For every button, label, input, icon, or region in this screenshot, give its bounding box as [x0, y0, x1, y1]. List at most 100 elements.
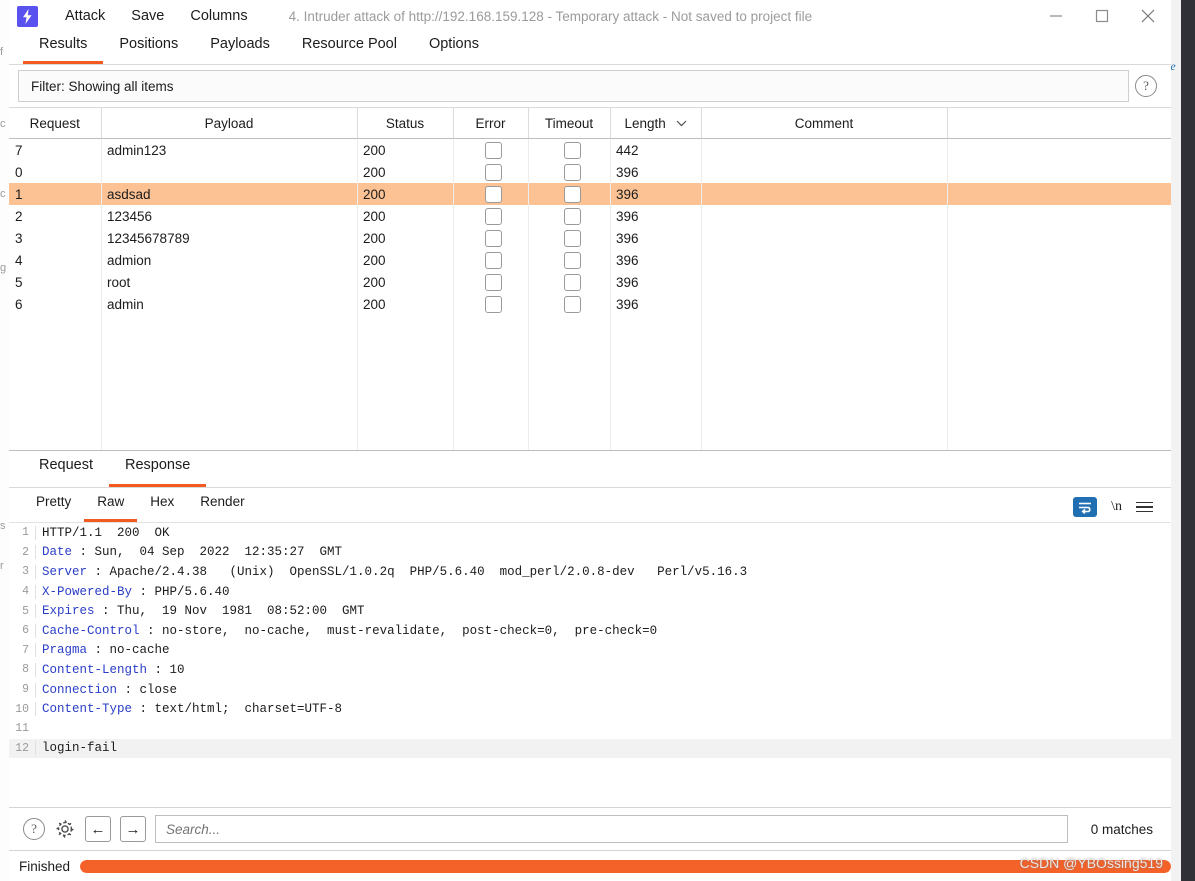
error-checkbox[interactable]	[485, 141, 502, 159]
filter-help-button[interactable]: ?	[1129, 75, 1163, 97]
close-button[interactable]	[1125, 0, 1171, 32]
line-text: Content-Type : text/html; charset=UTF-8	[35, 702, 1171, 717]
cell-status: 200	[357, 183, 453, 205]
line-text: login-fail	[35, 741, 1171, 756]
response-line: 1 HTTP/1.1 200 OK	[9, 523, 1171, 543]
menu-attack[interactable]: Attack	[52, 0, 118, 32]
tab-response[interactable]: Response	[109, 449, 207, 487]
cell-length: 396	[616, 252, 639, 268]
cell-comment	[701, 183, 947, 205]
table-row[interactable]: 7 admin123 200 442	[9, 139, 1171, 162]
line-number: 6	[22, 624, 29, 638]
cell-timeout	[528, 249, 610, 271]
tab-request[interactable]: Request	[23, 449, 109, 487]
line-number: 12	[15, 741, 29, 755]
line-number: 8	[22, 663, 29, 677]
status-bar: Finished CSDN @YBOssing519	[9, 850, 1171, 881]
cell-spacer	[947, 139, 1171, 162]
error-checkbox[interactable]	[485, 229, 502, 247]
cell-status: 200	[363, 296, 386, 312]
line-number: 5	[22, 604, 29, 618]
error-checkbox[interactable]	[485, 207, 502, 225]
response-viewer[interactable]: 1 HTTP/1.1 200 OK 2 Date : Sun, 04 Sep 2022…	[9, 523, 1171, 807]
word-wrap-icon[interactable]	[1073, 497, 1098, 517]
table-row[interactable]: 6 admin 200 396	[9, 293, 1171, 315]
column-header-comment[interactable]: Comment	[701, 108, 948, 139]
search-next-button[interactable]: →	[120, 816, 146, 842]
timeout-checkbox[interactable]	[563, 185, 581, 203]
cell-comment	[701, 271, 947, 293]
column-header-error[interactable]: Error	[453, 108, 529, 139]
tab-pretty[interactable]: Pretty	[23, 486, 84, 522]
maximize-button[interactable]	[1079, 0, 1125, 32]
response-line: 3 Server : Apache/2.4.38 (Unix) OpenSSL/1…	[9, 562, 1171, 582]
help-icon[interactable]: ?	[23, 818, 45, 840]
error-checkbox[interactable]	[485, 295, 502, 313]
cell-length: 396	[616, 274, 639, 290]
title-bar: Attack Save Columns 4. Intruder attack o…	[9, 0, 1171, 32]
line-number: 7	[22, 643, 29, 657]
column-header-length[interactable]: Length	[610, 108, 702, 139]
table-row[interactable]: 4 admion 200 396	[9, 249, 1171, 271]
cell-payload: admin123	[107, 142, 167, 158]
column-header-request[interactable]: Request	[9, 108, 102, 139]
column-header-status[interactable]: Status	[357, 108, 454, 139]
column-header-spacer	[947, 108, 1171, 139]
error-checkbox[interactable]	[485, 251, 502, 269]
cell-comment	[701, 161, 947, 183]
cell-request: 3	[15, 230, 23, 246]
line-text: Expires : Thu, 19 Nov 1981 08:52:00 GMT	[35, 604, 1171, 619]
minimize-button[interactable]	[1033, 0, 1079, 32]
search-input[interactable]	[155, 815, 1068, 843]
cell-payload: admion	[107, 252, 152, 268]
cell-length: 396	[616, 230, 639, 246]
filter-bar[interactable]: Filter: Showing all items	[18, 70, 1129, 102]
line-text: Content-Length : 10	[35, 662, 1171, 677]
tab-raw[interactable]: Raw	[84, 486, 138, 522]
response-line: 7 Pragma : no-cache	[9, 641, 1171, 661]
tab-hex[interactable]: Hex	[137, 486, 187, 522]
gear-icon[interactable]	[54, 818, 76, 840]
attack-progress-bar	[80, 859, 1171, 873]
filter-row: Filter: Showing all items ?	[9, 65, 1171, 107]
tab-positions[interactable]: Positions	[103, 30, 194, 64]
line-number: 4	[22, 585, 29, 599]
tab-results[interactable]: Results	[23, 30, 104, 64]
timeout-checkbox[interactable]	[563, 273, 581, 291]
table-row[interactable]: 3 12345678789 200 396	[9, 227, 1171, 249]
table-row[interactable]: 1 asdsad 200 396	[9, 183, 1171, 205]
menu-columns[interactable]: Columns	[177, 0, 260, 32]
response-line: 4 X-Powered-By : PHP/5.6.40	[9, 582, 1171, 602]
results-table-pane[interactable]: Request Payload Status Error Timeout Len…	[9, 107, 1171, 451]
newline-toggle-icon[interactable]: \n	[1111, 499, 1122, 515]
search-prev-button[interactable]: ←	[85, 816, 111, 842]
table-row[interactable]: 5 root 200 396	[9, 271, 1171, 293]
tab-render[interactable]: Render	[187, 486, 257, 522]
line-text: Date : Sun, 04 Sep 2022 12:35:27 GMT	[35, 545, 1171, 560]
response-line: 12 login-fail	[9, 738, 1171, 759]
hamburger-menu-icon[interactable]	[1136, 501, 1153, 513]
tab-payloads[interactable]: Payloads	[194, 30, 286, 64]
tab-options[interactable]: Options	[413, 30, 495, 64]
timeout-checkbox[interactable]	[563, 207, 581, 225]
tab-resource-pool[interactable]: Resource Pool	[286, 30, 413, 64]
intruder-attack-window: Attack Save Columns 4. Intruder attack o…	[9, 0, 1171, 881]
timeout-checkbox[interactable]	[563, 163, 581, 181]
column-header-timeout[interactable]: Timeout	[528, 108, 611, 139]
timeout-checkbox[interactable]	[563, 229, 581, 247]
error-checkbox[interactable]	[485, 163, 502, 181]
table-row[interactable]: 2 123456 200 396	[9, 205, 1171, 227]
error-checkbox[interactable]	[485, 185, 502, 203]
timeout-checkbox[interactable]	[563, 141, 581, 159]
column-header-payload[interactable]: Payload	[101, 108, 358, 139]
menu-save[interactable]: Save	[118, 0, 177, 32]
results-table: Request Payload Status Error Timeout Len…	[9, 108, 1171, 315]
cell-status: 200	[363, 230, 386, 246]
error-checkbox[interactable]	[485, 273, 502, 291]
line-text: Server : Apache/2.4.38 (Unix) OpenSSL/1.…	[35, 564, 1171, 579]
response-line: 10 Content-Type : text/html; charset=UTF-…	[9, 699, 1171, 719]
timeout-checkbox[interactable]	[563, 251, 581, 269]
table-row[interactable]: 0 200 396	[9, 161, 1171, 183]
cell-error	[453, 205, 528, 227]
timeout-checkbox[interactable]	[563, 295, 581, 313]
